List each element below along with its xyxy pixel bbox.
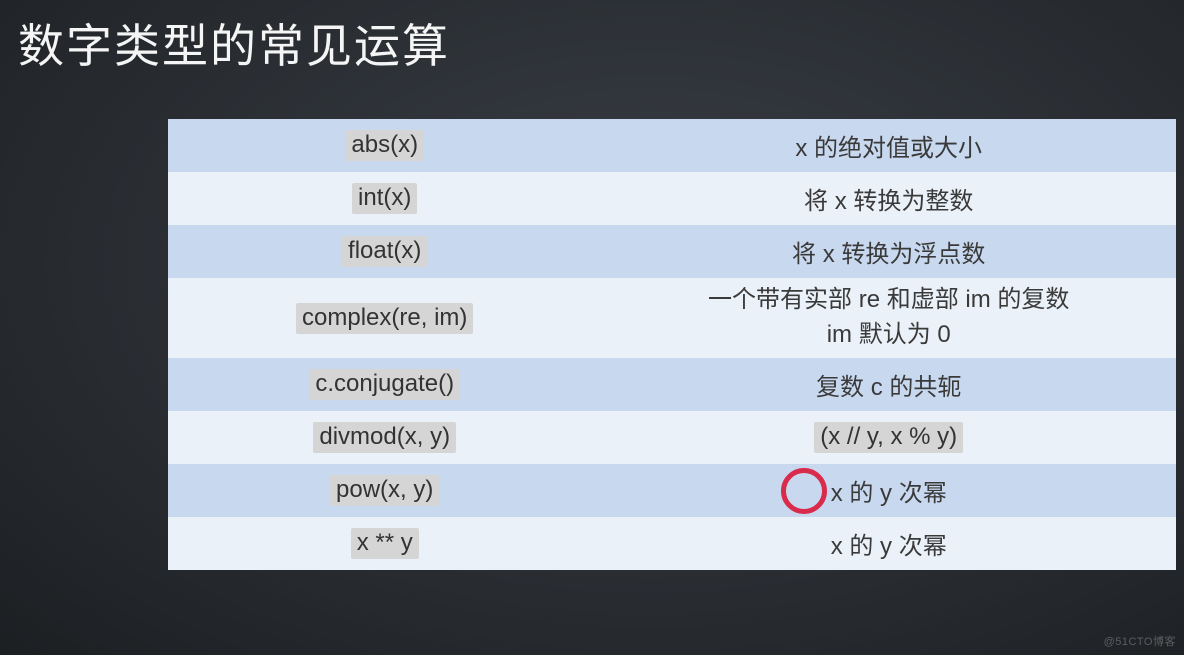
function-name: pow(x, y) (330, 475, 439, 506)
table-row: int(x) 将 x 转换为整数 (168, 172, 1176, 225)
description-cell: 将 x 转换为整数 (601, 172, 1176, 225)
function-cell: float(x) (168, 225, 601, 278)
table-row: divmod(x, y) (x // y, x % y) (168, 411, 1176, 464)
function-cell: abs(x) (168, 119, 601, 172)
table-row: c.conjugate() 复数 c 的共轭 (168, 358, 1176, 411)
table-row: complex(re, im) 一个带有实部 re 和虚部 im 的复数im 默认… (168, 278, 1176, 358)
description-cell: (x // y, x % y) (601, 411, 1176, 464)
function-name: abs(x) (345, 130, 424, 161)
description-cell: 将 x 转换为浮点数 (601, 225, 1176, 278)
slide-title: 数字类型的常见运算 (18, 10, 450, 76)
watermark: @51CTO博客 (1104, 633, 1176, 649)
description-cell: 一个带有实部 re 和虚部 im 的复数im 默认为 0 (601, 278, 1176, 358)
description-cell: x 的 y 次幂 (601, 517, 1176, 570)
cursor-ring-icon (781, 468, 827, 514)
function-cell: divmod(x, y) (168, 411, 601, 464)
table-row: float(x) 将 x 转换为浮点数 (168, 225, 1176, 278)
description-text: 将 x 转换为浮点数 (792, 241, 985, 268)
function-name: float(x) (342, 236, 427, 267)
function-name: complex(re, im) (296, 303, 473, 334)
description-text: x 的 y 次幂 (831, 533, 947, 560)
table-row: pow(x, y) x 的 y 次幂 (168, 464, 1176, 517)
description-text: (x // y, x % y) (814, 422, 963, 453)
description-text: x 的绝对值或大小 (795, 135, 982, 162)
description-text: 将 x 转换为整数 (804, 188, 973, 215)
function-name: divmod(x, y) (313, 422, 456, 453)
function-cell: int(x) (168, 172, 601, 225)
function-cell: x ** y (168, 517, 601, 570)
description-text: 复数 c 的共轭 (816, 374, 961, 401)
function-cell: complex(re, im) (168, 278, 601, 358)
description-cell: 复数 c 的共轭 (601, 358, 1176, 411)
function-cell: c.conjugate() (168, 358, 601, 411)
description-cell: x 的绝对值或大小 (601, 119, 1176, 172)
description-text: x 的 y 次幂 (831, 480, 947, 507)
table: abs(x) x 的绝对值或大小 int(x) 将 x 转换为整数 float(x) 将 … (168, 119, 1176, 570)
description-text: 一个带有实部 re 和虚部 im 的复数im 默认为 0 (708, 286, 1069, 348)
function-cell: pow(x, y) (168, 464, 601, 517)
table-row: abs(x) x 的绝对值或大小 (168, 119, 1176, 172)
function-name: c.conjugate() (309, 369, 460, 400)
description-cell: x 的 y 次幂 (601, 464, 1176, 517)
function-name: int(x) (352, 183, 417, 214)
function-name: x ** y (351, 528, 419, 559)
operations-table: abs(x) x 的绝对值或大小 int(x) 将 x 转换为整数 float(x) 将 … (168, 119, 1176, 570)
table-row: x ** y x 的 y 次幂 (168, 517, 1176, 570)
